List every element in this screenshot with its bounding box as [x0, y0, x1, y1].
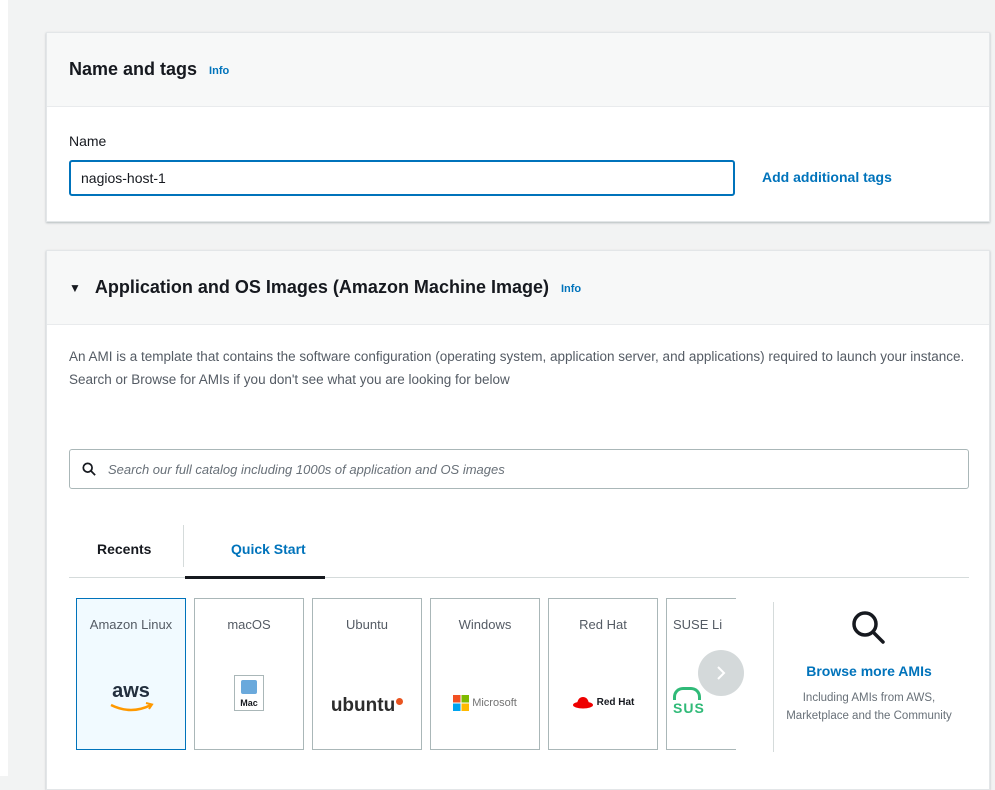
left-edge: [0, 0, 8, 776]
quick-start-cards: Amazon Linux aws macOS Mac Ubuntu ubuntu…: [76, 598, 744, 752]
card-windows[interactable]: Windows Microsoft: [430, 598, 540, 750]
card-label: Amazon Linux: [89, 617, 173, 632]
search-icon: [82, 462, 96, 476]
card-label: Windows: [458, 617, 512, 632]
big-search-icon: [852, 611, 885, 644]
redhat-logo-text: Red Hat: [596, 696, 635, 708]
mac-logo: Mac: [195, 675, 303, 711]
name-field-label: Name: [69, 133, 107, 149]
microsoft-logo: Microsoft: [431, 695, 539, 711]
ubuntu-logo: ubuntu: [313, 695, 421, 717]
browse-more-amis-link[interactable]: Browse more AMIs: [784, 663, 954, 679]
ami-header[interactable]: ▼ Application and OS Images (Amazon Mach…: [47, 251, 989, 325]
ami-tabs: Recents Quick Start: [69, 521, 969, 579]
tab-divider: [183, 525, 184, 567]
name-and-tags-panel: Name and tags Info Name Add additional t…: [46, 32, 990, 222]
card-ubuntu[interactable]: Ubuntu ubuntu: [312, 598, 422, 750]
aws-logo-text: aws: [112, 680, 150, 702]
card-label: Red Hat: [579, 617, 627, 632]
active-tab-indicator: [185, 576, 325, 579]
name-and-tags-title: Name and tags: [69, 59, 198, 79]
browse-more-subtext: Including AMIs from AWS, Marketplace and…: [786, 692, 952, 722]
card-amazon-linux[interactable]: Amazon Linux aws: [76, 598, 186, 750]
browse-divider: [773, 602, 774, 752]
aws-logo: aws: [77, 679, 185, 719]
name-input[interactable]: [69, 160, 735, 196]
card-label: Ubuntu: [346, 617, 388, 632]
card-red-hat[interactable]: Red Hat Red Hat: [548, 598, 658, 750]
ami-title: Application and OS Images (Amazon Machin…: [94, 277, 549, 297]
redhat-logo: Red Hat: [549, 695, 657, 709]
tab-quick-start[interactable]: Quick Start: [231, 521, 306, 577]
tab-recents[interactable]: Recents: [97, 521, 151, 577]
ubuntu-logo-text: ubuntu: [330, 695, 396, 716]
chevron-right-icon: [717, 666, 726, 680]
mac-logo-text: Mac: [240, 698, 258, 708]
card-label: SUSE Li: [673, 617, 723, 632]
ami-search-box[interactable]: [69, 449, 969, 489]
name-tags-info-link[interactable]: Info: [209, 65, 229, 77]
card-label: macOS: [227, 617, 271, 632]
scroll-right-button[interactable]: [698, 650, 744, 696]
add-additional-tags-link[interactable]: Add additional tags: [762, 169, 892, 185]
ami-description: An AMI is a template that contains the s…: [69, 349, 965, 387]
suse-logo-text: SUS: [673, 700, 705, 716]
ami-info-link[interactable]: Info: [561, 283, 581, 295]
browse-more-amis[interactable]: Browse more AMIs Including AMIs from AWS…: [784, 604, 954, 725]
card-macos[interactable]: macOS Mac: [194, 598, 304, 750]
name-and-tags-header: Name and tags Info: [47, 33, 989, 107]
ami-search-input[interactable]: [106, 460, 968, 478]
microsoft-logo-text: Microsoft: [472, 697, 517, 709]
collapse-caret-icon[interactable]: ▼: [69, 281, 81, 295]
